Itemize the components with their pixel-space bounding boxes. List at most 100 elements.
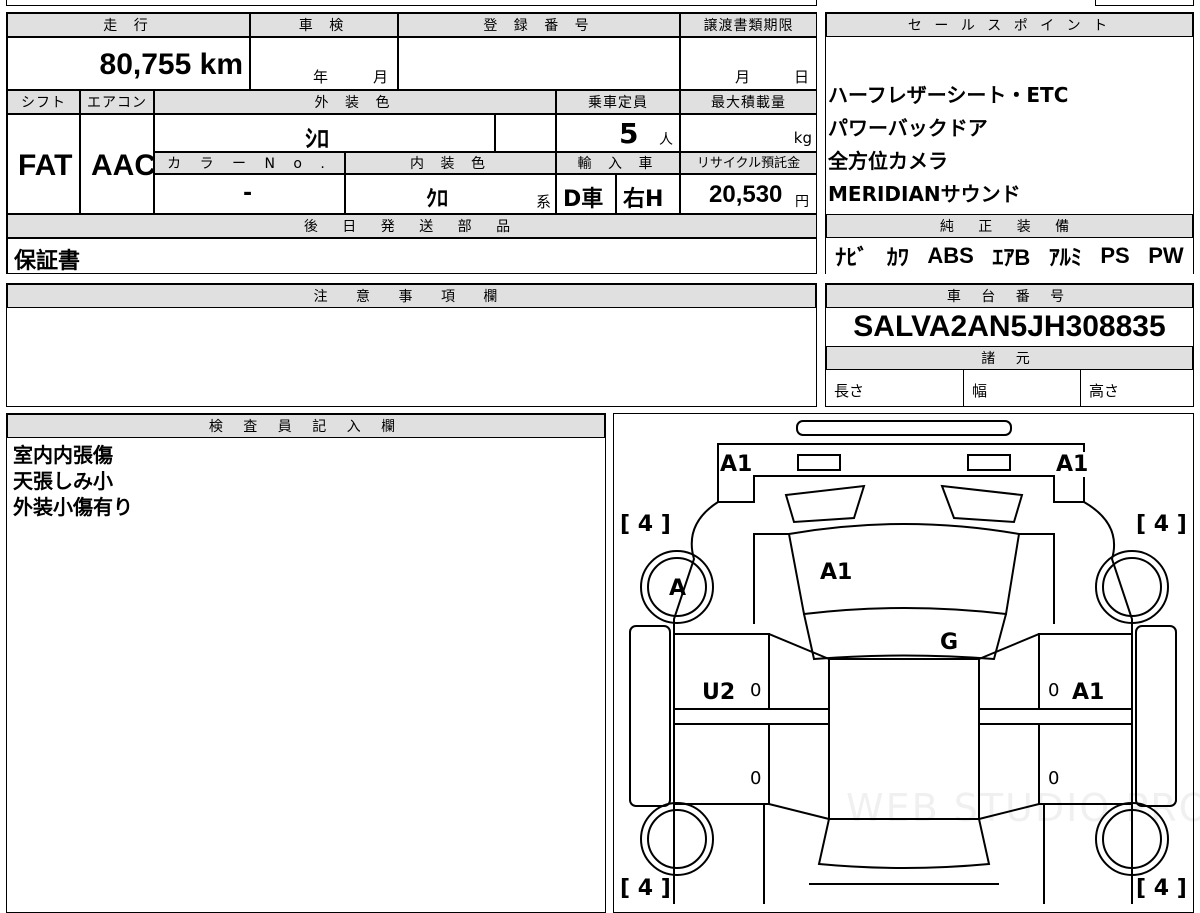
tyre-value: 4 [1153, 876, 1170, 901]
equipment-item: PW [1148, 243, 1184, 268]
color-no-value: - [154, 174, 345, 214]
spec-height: 高さ [1081, 370, 1193, 407]
inspector-notes: 室内内張傷 天張しみ小 外装小傷有り [13, 442, 133, 520]
shift-value: FAT [7, 114, 80, 214]
hood-vent-left [784, 484, 866, 524]
max-load-value: kg [680, 114, 817, 152]
tyre-value: 4 [637, 512, 654, 537]
chassis-panel: 車 台 番 号 SALVA2AN5JH308835 諸 元 長さ 幅 高さ [825, 283, 1194, 407]
roof-front [803, 613, 1007, 661]
right-fender [1135, 625, 1177, 807]
wheel-front-right-inner [1102, 557, 1162, 617]
top-clipped-right [1095, 0, 1194, 6]
import-header: 輸 入 車 [556, 152, 680, 174]
recycle-value: 20,530 円 [680, 174, 817, 214]
spec-width-label: 幅 [972, 382, 988, 400]
equipment-item: ｱﾙﾐ [1048, 245, 1082, 270]
front-bumper [796, 420, 1012, 436]
notes-panel: 注 意 事 項 欄 [6, 283, 817, 407]
sales-point-header: セ ー ル ス ポ イ ン ト [826, 13, 1193, 37]
headlight-right [967, 454, 1011, 471]
tyre-mark-fl: [ 4 ] [620, 512, 671, 537]
mark-left-door: U2 [702, 680, 736, 705]
body-outline [673, 501, 1133, 904]
mark-zero: 0 [750, 768, 762, 789]
mark-left-wheel: A [669, 576, 687, 601]
shift-text: FAT [18, 149, 73, 182]
front-grille [717, 443, 1085, 503]
inspection-header: 車 検 [250, 13, 398, 37]
aircon-header: エアコン [80, 90, 154, 114]
left-fender [629, 625, 671, 807]
tyre-value: 4 [1153, 512, 1170, 537]
mileage-text: 80,755 km [99, 48, 243, 81]
equipment-item: ｶﾜ [886, 245, 909, 270]
recycle-header: リサイクル預託金 [680, 152, 817, 174]
mark-front-left: A1 [720, 452, 753, 477]
mark-hood-g: G [940, 630, 959, 655]
mileage-value: 80,755 km [7, 37, 250, 90]
import-type-value: D車 [556, 174, 616, 214]
later-parts-text: 保証書 [14, 249, 81, 274]
registration-value [398, 37, 680, 90]
exterior-color-text: ｼﾛ [305, 125, 329, 153]
spec-width: 幅 [964, 370, 1081, 407]
a-pillars [753, 533, 1055, 624]
capacity-header: 乗車定員 [556, 90, 680, 114]
sales-point-item: ハーフレザーシート・ETC [828, 83, 1069, 107]
interior-color-header: 内 装 色 [345, 152, 556, 174]
color-no-text: - [243, 181, 253, 206]
specs-header: 諸 元 [826, 346, 1193, 370]
deadline-month: 月 [735, 68, 751, 86]
spec-height-label: 高さ [1089, 382, 1120, 400]
load-unit: kg [793, 129, 812, 147]
capacity-unit: 人 [659, 132, 673, 148]
tyre-mark-rr: [ 4 ] [1136, 876, 1187, 901]
exterior-color-header: 外 装 色 [154, 90, 556, 114]
color-no-header: カ ラ ー N o . [154, 152, 345, 174]
handle-value: 右H [616, 174, 680, 214]
deadline-day: 日 [794, 68, 810, 86]
chassis-number: SALVA2AN5JH308835 [853, 310, 1166, 343]
interior-suffix: 系 [536, 193, 552, 211]
tyre-mark-rl: [ 4 ] [620, 876, 671, 901]
wheel-rear-left-inner [647, 809, 707, 869]
car-diagram-panel: [ 4 ] [ 4 ] [ 4 ] [ 4 ] A1 A1 A1 A G U2 … [613, 413, 1200, 913]
chassis-header: 車 台 番 号 [826, 284, 1193, 308]
left-door-frame [674, 633, 830, 820]
year-unit: 年 [313, 68, 329, 86]
recycle-amount: 20,530 [709, 181, 783, 208]
left-rear-window [673, 723, 770, 805]
sales-point-panel: セ ー ル ス ポ イ ン ト ハーフレザーシート・ETC パワーバックドア 全… [825, 12, 1194, 274]
aircon-value: AAC [80, 114, 156, 214]
tyre-mark-fr: [ 4 ] [1136, 512, 1187, 537]
mark-front-right: A1 [1056, 452, 1089, 477]
headlight-left [797, 454, 841, 471]
interior-color-text: ｸﾛ [426, 187, 449, 212]
equipment-row: ﾅﾋﾞ ｶﾜ ABS ｴｱB ｱﾙﾐ PS PW [826, 238, 1193, 274]
watermark: WEB STUDIO PRO [846, 786, 1200, 830]
wheel-rear-left [640, 802, 714, 876]
mark-zero: 0 [750, 680, 762, 701]
sales-point-item: MERIDIANサウンド [828, 182, 1021, 206]
tyre-value: 4 [637, 876, 654, 901]
aircon-text: AAC [91, 149, 156, 182]
inspector-note: 外装小傷有り [13, 495, 133, 519]
equipment-item: ｴｱB [992, 245, 1031, 270]
inspector-note: 室内内張傷 [13, 443, 113, 467]
top-clipped-row [6, 0, 817, 6]
shift-header: シフト [7, 90, 80, 114]
wheel-front-right [1095, 550, 1169, 624]
deadline-value: 月 日 [680, 37, 817, 90]
capacity-number: 5 [619, 117, 639, 150]
capacity-value: 5 人 [556, 114, 680, 152]
spec-length: 長さ [826, 370, 964, 407]
equipment-item: PS [1100, 243, 1130, 268]
import-type-text: D車 [563, 187, 604, 212]
notes-header: 注 意 事 項 欄 [7, 284, 816, 308]
sales-point-item: 全方位カメラ [828, 149, 948, 173]
registration-header: 登 録 番 号 [398, 13, 680, 37]
spec-length-label: 長さ [834, 382, 865, 400]
sales-point-item: パワーバックドア [828, 116, 988, 140]
exterior-color-value: ｼﾛ [154, 114, 495, 153]
